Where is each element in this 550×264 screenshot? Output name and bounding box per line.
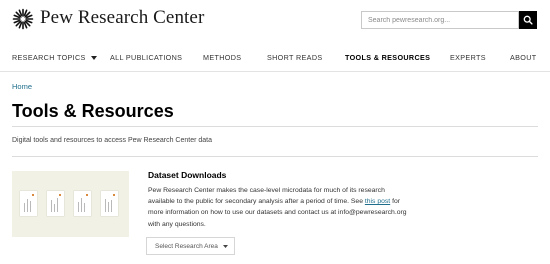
card-text: Pew Research Center makes the case-level…	[148, 187, 385, 206]
nav-experts[interactable]: EXPERTS	[450, 53, 486, 62]
research-area-select[interactable]: Select Research Area	[146, 237, 235, 255]
divider	[12, 126, 538, 127]
nav-tools-resources[interactable]: TOOLS & RESOURCES	[345, 53, 430, 62]
document-icon	[101, 191, 118, 216]
search-icon	[523, 15, 533, 25]
nav-label: RESEARCH TOPICS	[12, 53, 86, 62]
nav-all-publications[interactable]: ALL PUBLICATIONS	[110, 53, 182, 62]
nav-methods[interactable]: METHODS	[203, 53, 241, 62]
nav-short-reads[interactable]: SHORT READS	[267, 53, 323, 62]
main-nav: RESEARCH TOPICS ALL PUBLICATIONS METHODS…	[0, 46, 550, 72]
pew-logo-icon[interactable]	[12, 8, 34, 30]
card-description: Pew Research Center makes the case-level…	[148, 185, 410, 230]
nav-about[interactable]: ABOUT	[510, 53, 537, 62]
document-icon	[74, 191, 91, 216]
search-input[interactable]	[361, 11, 519, 29]
divider	[12, 156, 538, 157]
dataset-thumbnail[interactable]	[12, 171, 129, 237]
select-label: Select Research Area	[155, 242, 218, 250]
nav-research-topics[interactable]: RESEARCH TOPICS	[12, 53, 97, 62]
page-subtitle: Digital tools and resources to access Pe…	[12, 137, 212, 144]
this-post-link[interactable]: this post	[365, 198, 390, 205]
caret-down-icon	[223, 245, 228, 248]
document-icon	[47, 191, 64, 216]
breadcrumb-home[interactable]: Home	[12, 82, 32, 91]
card-title[interactable]: Dataset Downloads	[148, 170, 226, 180]
caret-down-icon	[90, 56, 97, 61]
page-title: Tools & Resources	[12, 101, 174, 121]
search-button[interactable]	[519, 11, 537, 29]
site-logo-text[interactable]: Pew Research Center	[40, 7, 204, 29]
site-header: Pew Research Center	[0, 0, 550, 40]
document-icon	[20, 191, 37, 216]
